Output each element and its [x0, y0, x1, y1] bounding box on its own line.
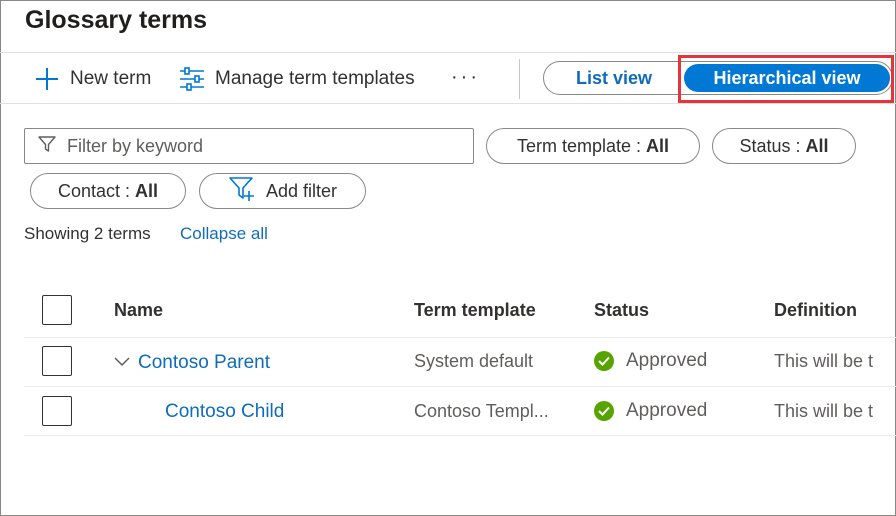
term-template-cell: Contoso Templ... — [414, 401, 549, 421]
list-view-button[interactable]: List view — [544, 62, 684, 94]
status-label: Approved — [626, 400, 708, 421]
new-term-button[interactable]: New term — [34, 65, 151, 93]
check-circle-icon — [594, 401, 614, 421]
term-name-link[interactable]: Contoso Parent — [138, 352, 270, 374]
column-header-name[interactable]: Name — [114, 300, 163, 321]
terms-count: Showing 2 terms — [24, 224, 151, 243]
sliders-icon — [179, 67, 205, 91]
chevron-down-icon[interactable] — [114, 355, 130, 373]
row-divider — [24, 435, 896, 436]
contact-filter-value: All — [135, 180, 159, 201]
view-toggle: List view Hierarchical view — [543, 61, 893, 95]
collapse-all-link[interactable]: Collapse all — [180, 224, 268, 244]
select-all-checkbox[interactable] — [42, 295, 72, 325]
check-circle-icon — [594, 351, 614, 371]
status-filter-label: Status : — [739, 135, 801, 156]
term-template-filter-label: Term template : — [516, 135, 642, 156]
column-header-status[interactable]: Status — [594, 300, 649, 321]
add-filter-button[interactable]: Add filter — [199, 173, 366, 209]
term-template-cell: System default — [414, 351, 534, 371]
definition-cell: This will be t — [774, 351, 874, 371]
add-filter-icon — [228, 176, 256, 207]
contact-filter-label: Contact : — [57, 180, 131, 201]
manage-term-templates-button[interactable]: Manage term templates — [179, 65, 415, 93]
status-filter-value: All — [805, 135, 829, 156]
column-header-term-template[interactable]: Term template — [414, 300, 536, 321]
status-cell: Approved — [594, 400, 707, 422]
status-cell: Approved — [594, 350, 707, 372]
more-icon[interactable]: ··· — [451, 66, 480, 89]
filter-icon — [37, 134, 57, 159]
new-term-label: New term — [70, 68, 152, 89]
definition-cell: This will be t — [774, 401, 874, 421]
contact-filter[interactable]: Contact : All — [30, 173, 186, 209]
plus-icon — [34, 66, 60, 92]
term-name-link[interactable]: Contoso Child — [165, 401, 284, 423]
page-title: Glossary terms — [25, 6, 208, 34]
row-divider — [24, 337, 896, 338]
row-divider — [24, 386, 896, 387]
toolbar-divider — [519, 59, 520, 99]
row-checkbox[interactable] — [42, 346, 72, 376]
term-template-filter[interactable]: Term template : All — [486, 128, 700, 164]
manage-term-templates-label: Manage term templates — [215, 68, 415, 89]
term-template-filter-value: All — [646, 135, 670, 156]
keyword-filter-input[interactable]: Filter by keyword — [24, 128, 474, 164]
row-checkbox[interactable] — [42, 396, 72, 426]
status-filter[interactable]: Status : All — [712, 128, 856, 164]
add-filter-label: Add filter — [265, 180, 338, 201]
column-header-definition[interactable]: Definition — [774, 300, 857, 321]
hierarchical-view-button[interactable]: Hierarchical view — [684, 64, 890, 92]
status-label: Approved — [626, 350, 708, 371]
toolbar: New term Manage term templates ··· List … — [0, 52, 896, 104]
keyword-filter-placeholder: Filter by keyword — [67, 135, 204, 156]
